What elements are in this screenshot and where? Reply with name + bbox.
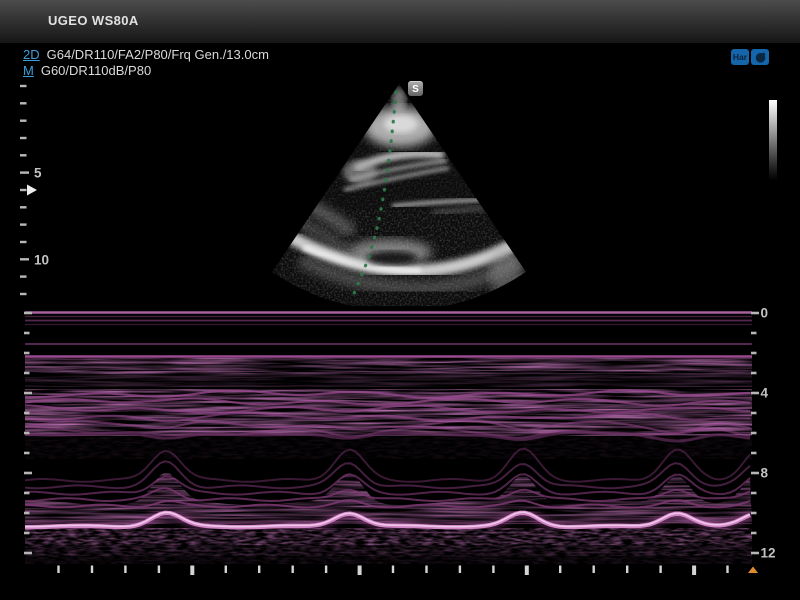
depth-tick <box>20 189 27 191</box>
depth-tick <box>20 206 27 208</box>
mmode-depth-tick-right <box>751 412 757 415</box>
probe-icon <box>751 49 769 65</box>
status-line-m: M G60/DR110dB/P80 <box>23 63 151 78</box>
mmode-depth-label: 8 <box>761 466 769 481</box>
mmode-depth-tick-right <box>751 312 759 315</box>
title-bar: UGEO WS80A <box>0 0 800 43</box>
mmode-depth-label: 12 <box>761 546 776 561</box>
mmode-depth-tick-right <box>751 432 757 435</box>
mmode-depth-tick-right <box>751 352 757 355</box>
grayscale-bar <box>769 100 777 180</box>
mmode-depth-tick-left <box>24 372 30 375</box>
window-title: UGEO WS80A <box>48 13 139 28</box>
mmode-depth-tick-left <box>24 392 32 395</box>
mmode-depth-label: 0 <box>761 306 769 321</box>
time-tick <box>593 566 595 574</box>
depth-tick <box>20 275 27 277</box>
time-tick <box>392 566 394 574</box>
time-tick <box>559 566 561 574</box>
mmode-trace-area <box>25 306 752 565</box>
transducer-icon <box>754 51 767 64</box>
params-m: G60/DR110dB/P80 <box>41 63 151 78</box>
status-line-2d: 2D G64/DR110/FA2/P80/Frq Gen./13.0cm <box>23 47 269 62</box>
mmode-depth-tick-left <box>24 512 30 515</box>
mmode-depth-tick-right <box>751 332 757 335</box>
time-tick <box>726 566 728 574</box>
depth-tick <box>20 120 27 122</box>
depth-tick <box>20 241 27 243</box>
mmode-depth-tick-left <box>24 432 30 435</box>
time-tick <box>626 566 628 574</box>
time-tick <box>425 566 427 574</box>
mmode-depth-tick-right <box>751 552 759 555</box>
mmode-depth-tick-right <box>751 372 757 375</box>
mmode-depth-tick-left <box>24 492 30 495</box>
time-tick <box>459 566 461 574</box>
depth-label: 10 <box>34 252 49 267</box>
time-tick <box>158 566 160 574</box>
orientation-marker: S <box>408 81 423 96</box>
mmode-depth-label: 4 <box>761 386 769 401</box>
depth-tick <box>20 102 27 104</box>
mmode-depth-tick-left <box>24 532 30 535</box>
time-tick <box>492 566 494 574</box>
depth-tick <box>20 137 27 139</box>
imaging-display: 5 10 0 4 8 12 <box>0 0 800 600</box>
mmode-depth-tick-right <box>751 472 759 475</box>
mmode-depth-tick-left <box>24 412 30 415</box>
harmonic-badge: Har <box>731 49 749 65</box>
mmode-depth-tick-right <box>751 392 759 395</box>
depth-tick <box>20 171 29 173</box>
mmode-depth-tick-left <box>24 552 32 555</box>
mmode-depth-tick-left <box>24 312 32 315</box>
time-tick <box>190 566 194 576</box>
depth-label: 5 <box>34 166 42 181</box>
params-2d: G64/DR110/FA2/P80/Frq Gen./13.0cm <box>47 47 269 62</box>
time-tick <box>225 566 227 574</box>
time-tick <box>91 566 93 574</box>
mode-2d-label: 2D <box>23 47 40 62</box>
depth-tick <box>20 223 27 225</box>
depth-tick <box>20 85 27 87</box>
mmode-depth-tick-left <box>24 332 30 335</box>
mmode-depth-tick-right <box>751 492 757 495</box>
time-tick <box>659 566 661 574</box>
mmode-depth-tick-left <box>24 352 30 355</box>
time-tick <box>57 566 59 574</box>
time-tick <box>525 566 529 576</box>
mmode-depth-tick-right <box>751 512 757 515</box>
time-tick <box>358 566 362 576</box>
depth-tick <box>20 258 29 260</box>
mmode-depth-tick-right <box>751 452 757 455</box>
time-tick <box>692 566 696 576</box>
mode-m-label: M <box>23 63 34 78</box>
mmode-depth-tick-right <box>751 532 757 535</box>
time-tick <box>258 566 260 574</box>
ultrasound-screen: 5 10 0 4 8 12 UGEO WS80A 2D G64/DR110/FA2/P80… <box>0 0 800 600</box>
depth-tick <box>20 154 27 156</box>
mmode-depth-tick-left <box>24 452 30 455</box>
time-tick <box>292 566 294 574</box>
depth-tick <box>20 293 27 295</box>
time-tick <box>325 566 327 574</box>
mmode-depth-tick-left <box>24 472 32 475</box>
time-tick <box>124 566 126 574</box>
